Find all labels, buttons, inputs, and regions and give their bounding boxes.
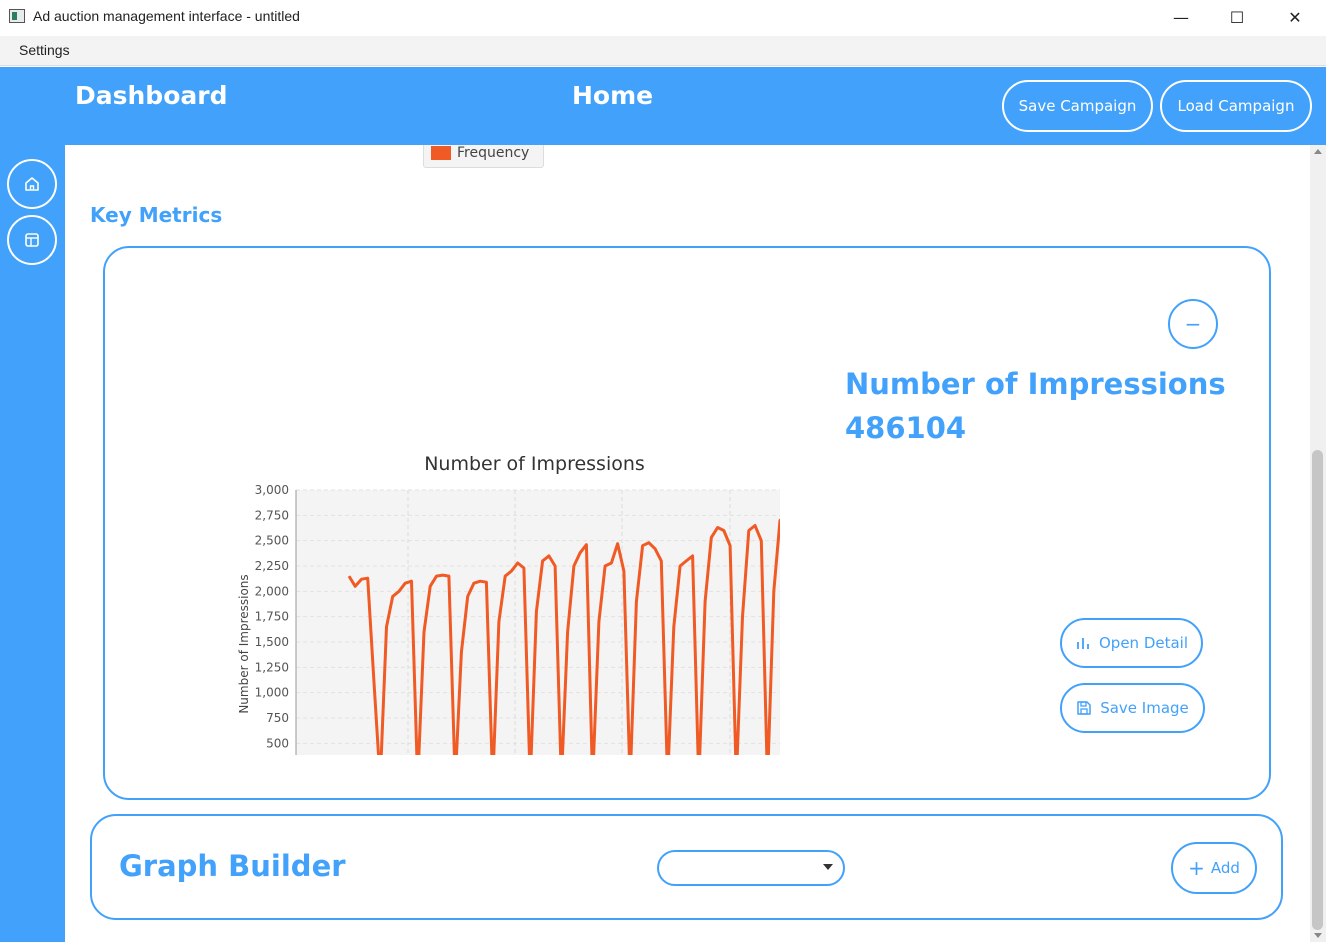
open-detail-button[interactable]: Open Detail bbox=[1060, 618, 1203, 668]
sidebar-item-home[interactable] bbox=[7, 159, 57, 209]
sidebar-item-layout[interactable] bbox=[7, 215, 57, 265]
y-tick-label: 1,500 bbox=[255, 635, 289, 649]
add-graph-button[interactable]: + Add bbox=[1171, 842, 1257, 894]
minus-icon: − bbox=[1184, 312, 1202, 336]
graph-type-select[interactable] bbox=[657, 850, 845, 886]
y-tick-label: 1,000 bbox=[255, 686, 289, 700]
y-tick-label: 750 bbox=[266, 711, 289, 725]
app-header: Dashboard Home Save Campaign Load Campai… bbox=[0, 67, 1326, 145]
y-tick-label: 2,000 bbox=[255, 584, 289, 598]
window-title: Ad auction management interface - untitl… bbox=[33, 8, 300, 24]
save-image-label: Save Image bbox=[1100, 699, 1189, 717]
metric-title: Number of Impressions bbox=[845, 367, 1226, 401]
frequency-legend: Frequency bbox=[423, 145, 544, 168]
scroll-thumb[interactable] bbox=[1312, 450, 1323, 930]
y-tick-label: 1,250 bbox=[255, 660, 289, 674]
vertical-scrollbar[interactable] bbox=[1310, 145, 1326, 942]
layout-icon bbox=[25, 233, 39, 247]
home-title: Home bbox=[572, 81, 654, 110]
legend-label: Frequency bbox=[457, 145, 530, 161]
bar-chart-icon bbox=[1077, 638, 1089, 649]
add-label: Add bbox=[1210, 859, 1240, 877]
home-icon bbox=[25, 177, 39, 191]
chevron-down-icon bbox=[823, 864, 833, 870]
y-tick-label: 2,250 bbox=[255, 559, 289, 573]
menu-settings[interactable]: Settings bbox=[19, 42, 70, 58]
sidebar bbox=[0, 145, 65, 942]
app-icon bbox=[9, 9, 25, 23]
minimize-button[interactable]: — bbox=[1152, 0, 1210, 34]
menu-bar: Settings bbox=[0, 36, 1326, 66]
scroll-down-arrow[interactable] bbox=[1314, 933, 1322, 938]
key-metrics-heading: Key Metrics bbox=[90, 203, 223, 227]
dashboard-title: Dashboard bbox=[75, 81, 228, 110]
main-content: Frequency Key Metrics 02505007501,0001,2… bbox=[65, 145, 1310, 942]
plus-icon: + bbox=[1188, 856, 1205, 880]
y-tick-label: 2,500 bbox=[255, 534, 289, 548]
plot-area bbox=[296, 490, 837, 794]
y-axis-label: Number of Impressions bbox=[237, 574, 251, 713]
title-bar: Ad auction management interface - untitl… bbox=[0, 0, 1326, 34]
y-tick-label: 2,750 bbox=[255, 508, 289, 522]
maximize-button[interactable]: ☐ bbox=[1208, 0, 1266, 34]
chart-svg: 02505007501,0001,2501,5001,7502,0002,250… bbox=[237, 453, 838, 897]
scroll-up-arrow[interactable] bbox=[1314, 149, 1322, 154]
impressions-chart: 02505007501,0001,2501,5001,7502,0002,250… bbox=[170, 295, 838, 897]
open-detail-label: Open Detail bbox=[1098, 634, 1189, 652]
metric-value: 486104 bbox=[845, 411, 967, 445]
y-tick-label: 1,750 bbox=[255, 610, 289, 624]
load-campaign-button[interactable]: Load Campaign bbox=[1160, 80, 1312, 132]
chart-title: Number of Impressions bbox=[424, 453, 645, 475]
collapse-button[interactable]: − bbox=[1168, 299, 1218, 349]
legend-swatch bbox=[431, 145, 451, 160]
save-image-button[interactable]: Save Image bbox=[1060, 683, 1205, 733]
y-tick-label: 500 bbox=[266, 736, 289, 750]
y-tick-label: 3,000 bbox=[255, 483, 289, 497]
save-campaign-button[interactable]: Save Campaign bbox=[1002, 80, 1153, 132]
close-button[interactable]: ✕ bbox=[1266, 0, 1324, 34]
save-icon bbox=[1077, 701, 1091, 715]
graph-builder: Graph Builder + Add bbox=[90, 814, 1283, 920]
graph-builder-title: Graph Builder bbox=[119, 849, 346, 883]
